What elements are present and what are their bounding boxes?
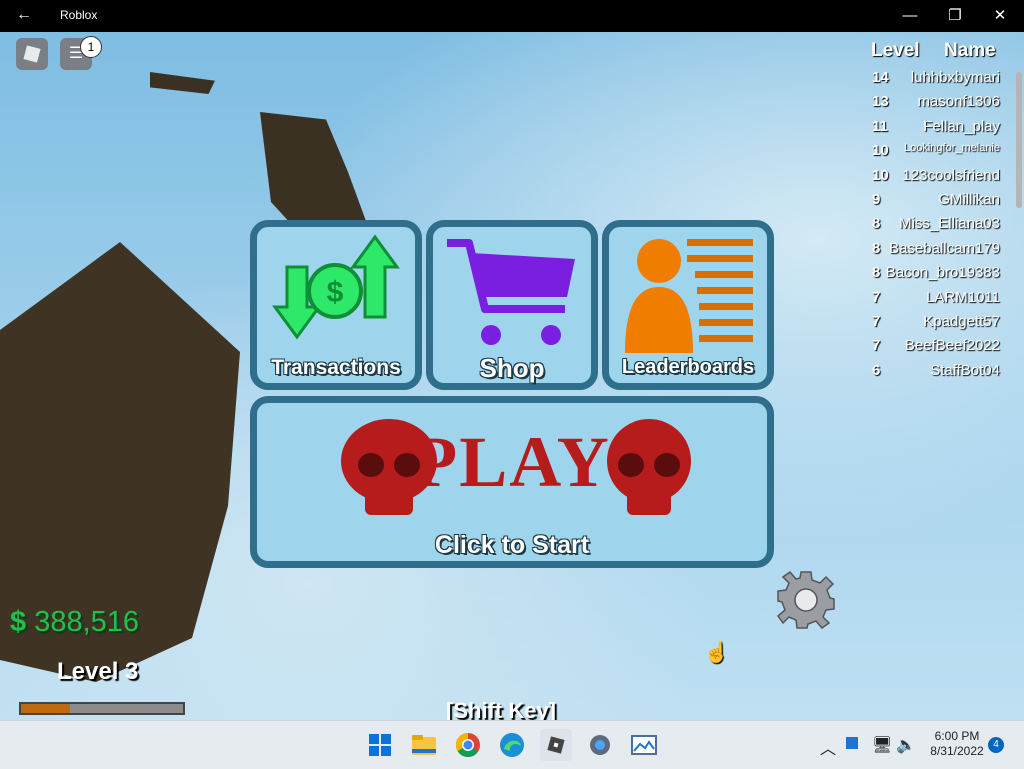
- svg-text:$: $: [327, 276, 344, 309]
- row-level: 13: [872, 93, 889, 111]
- leaderboard-row[interactable]: 7 Kpadgett57: [866, 310, 1006, 334]
- row-name: Lookingfor_melanie: [903, 142, 1000, 155]
- file-explorer-icon: [412, 735, 436, 755]
- network-icon[interactable]: 🖥: [872, 735, 892, 755]
- taskbar-roblox[interactable]: [540, 729, 572, 761]
- shop-button[interactable]: Shop: [426, 220, 598, 390]
- row-name: Bacon_bro19383: [885, 264, 1000, 282]
- roblox-menu-button[interactable]: [16, 38, 48, 70]
- windows-taskbar: ︿ 🖥 🔈 6:00 PM 8/31/2022 4: [0, 720, 1024, 769]
- row-level: 11: [872, 117, 888, 135]
- start-button[interactable]: [364, 729, 396, 761]
- window-title: Roblox: [60, 8, 98, 22]
- row-name: BeefBeef2022: [904, 337, 1000, 355]
- taskbar-file-explorer[interactable]: [408, 729, 440, 761]
- leaderboard-row[interactable]: 13 masonf1306: [866, 90, 1006, 114]
- row-level: 9: [872, 190, 881, 208]
- xp-progress-bar: [19, 702, 185, 715]
- transactions-label: Transactions: [271, 356, 401, 379]
- clock-time: 6:00 PM: [934, 729, 980, 743]
- leaderboard-row[interactable]: 8 Miss_Elliana03: [866, 212, 1006, 236]
- leaderboard-row[interactable]: 8 Baseballcam179: [866, 237, 1006, 261]
- row-name: masonf1306: [917, 93, 1000, 111]
- volume-icon[interactable]: 🔈: [896, 735, 916, 755]
- row-level: 8: [872, 264, 881, 282]
- leaderboard-row[interactable]: 14 luhhbxbymari: [866, 66, 1006, 90]
- minimize-button[interactable]: —: [900, 6, 920, 26]
- row-name: luhhbxbymari: [910, 69, 1000, 86]
- taskbar-settings[interactable]: [584, 729, 616, 761]
- leaderboard-row[interactable]: 8 Bacon_bro19383: [866, 261, 1006, 285]
- taskbar-chrome[interactable]: [452, 729, 484, 761]
- row-name: Baseballcam179: [889, 239, 1000, 257]
- close-button[interactable]: ✕: [990, 6, 1010, 26]
- chrome-icon: [455, 733, 480, 758]
- leaderboard-row[interactable]: 6 StaffBot04: [866, 359, 1006, 383]
- settings-icon: [590, 735, 610, 755]
- name-column-header: Name: [944, 40, 996, 61]
- transactions-button[interactable]: $ Transactions: [250, 220, 422, 390]
- leaderboard-row[interactable]: 11 Fellan_play: [866, 115, 1006, 139]
- row-name: Fellan_play: [923, 117, 1000, 135]
- row-level: 14: [872, 69, 889, 86]
- clock-date: 8/31/2022: [930, 744, 984, 758]
- notification-badge[interactable]: 4: [988, 737, 1004, 753]
- play-title: PLAY: [413, 422, 611, 502]
- leaderboard-row[interactable]: 9 GMillikan: [866, 188, 1006, 212]
- chat-unread-badge: 1: [80, 36, 102, 58]
- row-level: 10: [872, 166, 889, 184]
- money-display: $ 388,516: [10, 606, 139, 639]
- row-name: LARM1011: [926, 288, 1000, 306]
- row-name: Kpadgett57: [923, 312, 1000, 330]
- row-level: 8: [872, 215, 881, 233]
- gear-icon[interactable]: [776, 570, 836, 630]
- leaderboards-button[interactable]: Leaderboards: [602, 220, 774, 390]
- row-name: 123coolsfriend: [902, 166, 1000, 184]
- row-level: 7: [872, 337, 881, 355]
- leaderboard-row[interactable]: 10 123coolsfriend: [866, 164, 1006, 188]
- xp-progress-fill: [21, 704, 70, 713]
- floating-island: [150, 72, 215, 94]
- photos-icon: [631, 735, 657, 755]
- tray-app-icon[interactable]: [846, 737, 858, 749]
- mouse-cursor: ☝: [704, 642, 729, 664]
- money-value: 388,516: [34, 606, 140, 638]
- title-bar: ← Roblox — ❐ ✕: [0, 0, 1024, 32]
- row-name: StaffBot04: [930, 361, 1000, 379]
- row-level: 10: [872, 142, 889, 160]
- restore-button[interactable]: ❐: [945, 6, 965, 26]
- edge-icon: [500, 733, 524, 757]
- roblox-icon: [547, 736, 565, 754]
- taskbar-edge[interactable]: [496, 729, 528, 761]
- leaderboard-header: Level Name: [866, 38, 1006, 66]
- leaderboards-label: Leaderboards: [621, 356, 755, 378]
- tray-overflow-icon[interactable]: ︿: [820, 735, 836, 759]
- row-level: 8: [872, 239, 881, 257]
- row-name: Miss_Elliana03: [899, 215, 1000, 233]
- roblox-logo-icon: [23, 45, 41, 63]
- row-name: GMillikan: [938, 190, 1000, 208]
- shop-label: Shop: [479, 353, 545, 383]
- currency-icon: $: [10, 606, 27, 638]
- player-level: Level 3: [57, 658, 139, 685]
- play-button[interactable]: PLAY Click to Start: [250, 396, 774, 568]
- row-level: 7: [872, 288, 881, 306]
- start-icon: [369, 734, 391, 756]
- leaderboard-row[interactable]: 10 Lookingfor_melanie: [866, 139, 1006, 163]
- row-level: 6: [872, 361, 881, 379]
- level-column-header: Level: [871, 40, 920, 61]
- taskbar-clock[interactable]: 6:00 PM 8/31/2022: [918, 729, 996, 759]
- leaderboard-row[interactable]: 7 BeefBeef2022: [866, 334, 1006, 358]
- row-level: 7: [872, 312, 881, 330]
- money-transfer-icon: $: [272, 234, 400, 340]
- play-subtitle: Click to Start: [434, 531, 590, 559]
- taskbar-photos[interactable]: [628, 729, 660, 761]
- back-button[interactable]: ←: [16, 6, 32, 24]
- person-list-icon: [625, 239, 753, 353]
- leaderboard-row[interactable]: 7 LARM1011: [866, 286, 1006, 310]
- leaderboard-scrollbar[interactable]: [1016, 72, 1022, 208]
- leaderboard-panel[interactable]: Level Name 14 luhhbxbymari 13 masonf1306 11 F…: [866, 38, 1006, 394]
